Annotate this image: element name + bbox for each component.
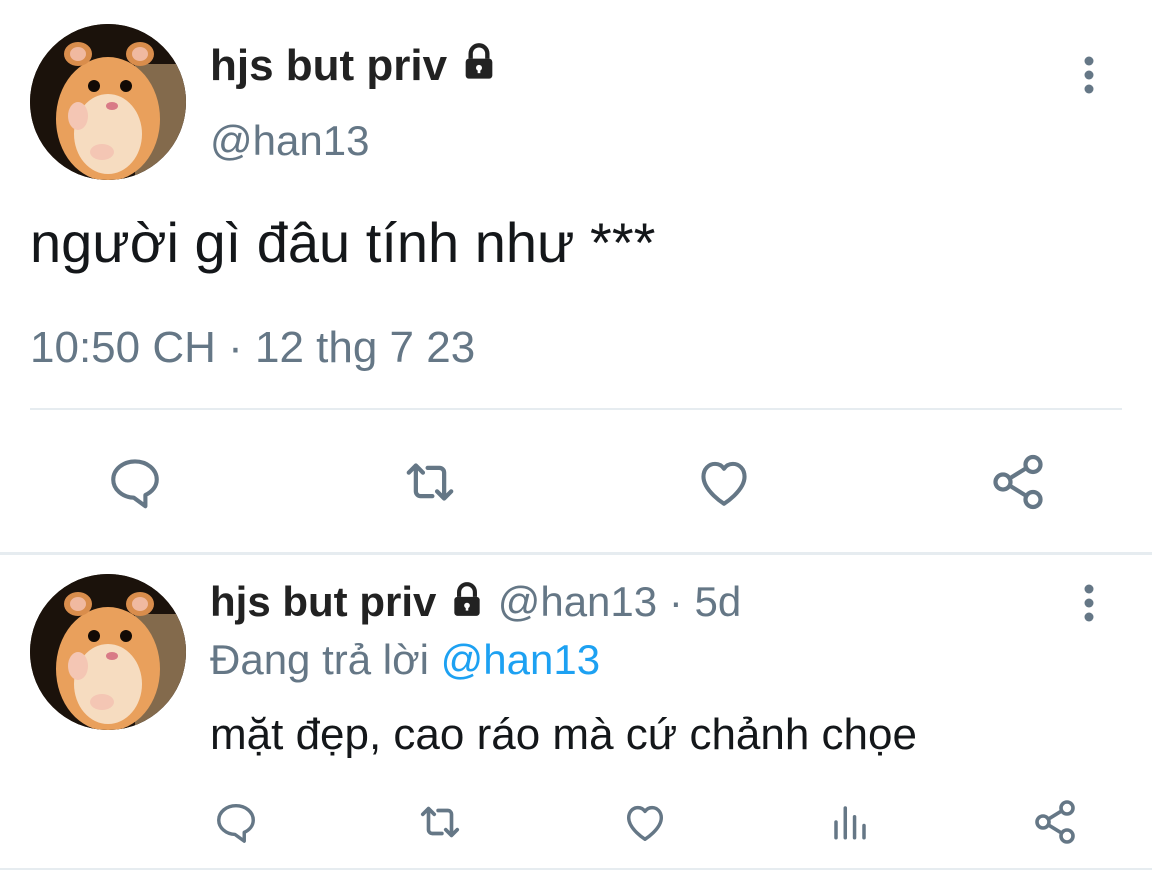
like-icon[interactable] [690,450,758,514]
display-name[interactable]: hjs but priv [210,40,499,94]
like-icon[interactable] [618,796,672,848]
replying-to: Đang trả lời @han13 [210,634,600,686]
tweet-timestamp[interactable]: 10:50 CH · 12 thg 7 23 [30,322,475,374]
divider [30,408,1122,410]
handle[interactable]: @han13 [498,578,657,625]
hamster-avatar-icon [30,574,186,730]
retweet-icon[interactable] [392,450,468,514]
hamster-avatar-icon [30,24,186,180]
reply-icon[interactable] [210,796,262,848]
reply-header: hjs but priv @han13 · 5d [210,576,741,631]
more-options-icon[interactable] [1076,56,1102,96]
handle[interactable]: @han13 [210,116,369,166]
more-options-icon[interactable] [1076,584,1102,624]
avatar[interactable] [30,24,186,180]
share-icon[interactable] [1028,796,1082,848]
avatar[interactable] [30,574,186,730]
display-name-text[interactable]: hjs but priv [210,41,447,90]
lock-icon [459,42,499,94]
retweet-icon[interactable] [410,796,470,848]
section-divider [0,552,1152,555]
analytics-icon[interactable] [826,796,874,848]
reply-icon[interactable] [100,450,170,514]
separator: · [668,578,683,625]
tweet-age[interactable]: 5d [694,578,741,625]
replying-to-link[interactable]: @han13 [441,636,600,683]
lock-icon [448,579,486,631]
reply-text: mặt đẹp, cao ráo mà cứ chảnh chọe [210,710,917,759]
tweet-text: người gì đâu tính như *** [30,211,656,274]
display-name[interactable]: hjs but priv [210,578,436,625]
bottom-divider [0,868,1152,870]
replying-prefix: Đang trả lời [210,636,429,683]
share-icon[interactable] [984,450,1052,514]
